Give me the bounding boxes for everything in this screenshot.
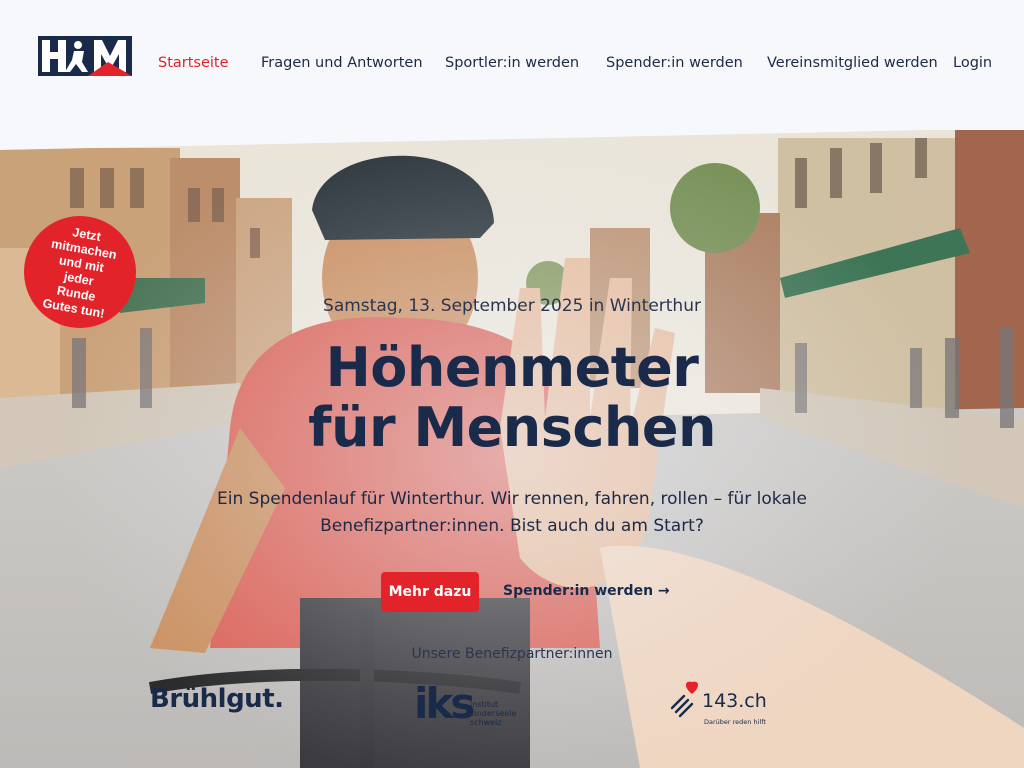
- partner-logo-143[interactable]: 143.ch Darüber reden hilft: [670, 678, 770, 730]
- partner-logo-bruehlgut[interactable]: Brühlgut.: [150, 684, 284, 714]
- hero-title: Höhenmeter für Menschen: [0, 338, 1024, 458]
- nav-item-spender[interactable]: Spender:in werden: [606, 55, 743, 71]
- nav-item-faq[interactable]: Fragen und Antworten: [261, 55, 423, 71]
- nav-item-startseite[interactable]: Startseite: [158, 55, 229, 71]
- heart-icon: [670, 681, 698, 718]
- nav-item-verein[interactable]: Vereinsmitglied werden: [767, 55, 938, 71]
- nav-item-login[interactable]: Login: [953, 55, 992, 71]
- site-header: Startseite Fragen und Antworten Sportler…: [0, 0, 1024, 130]
- more-info-button[interactable]: Mehr dazu: [381, 572, 479, 612]
- become-donor-link[interactable]: Spender:in werden →: [503, 583, 670, 599]
- partners-label: Unsere Benefizpartner:innen: [411, 646, 613, 662]
- iks-text: institut kinderseele schweiz: [470, 700, 517, 727]
- partner-143-name: 143.ch: [702, 690, 767, 712]
- hero-title-line1: Höhenmeter: [325, 336, 699, 399]
- main-nav: Startseite Fragen und Antworten Sportler…: [0, 55, 1024, 75]
- partner-143-claim: Darüber reden hilft: [704, 718, 766, 726]
- hero-title-line2: für Menschen: [308, 396, 716, 459]
- nav-item-sportler[interactable]: Sportler:in werden: [445, 55, 579, 71]
- event-date: Samstag, 13. September 2025 in Winterthu…: [323, 296, 701, 316]
- hero-lead: Ein Spendenlauf für Winterthur. Wir renn…: [217, 489, 807, 536]
- iks-mark: iks: [414, 679, 475, 728]
- partner-logo-iks[interactable]: iks institut kinderseele schweiz: [414, 680, 524, 730]
